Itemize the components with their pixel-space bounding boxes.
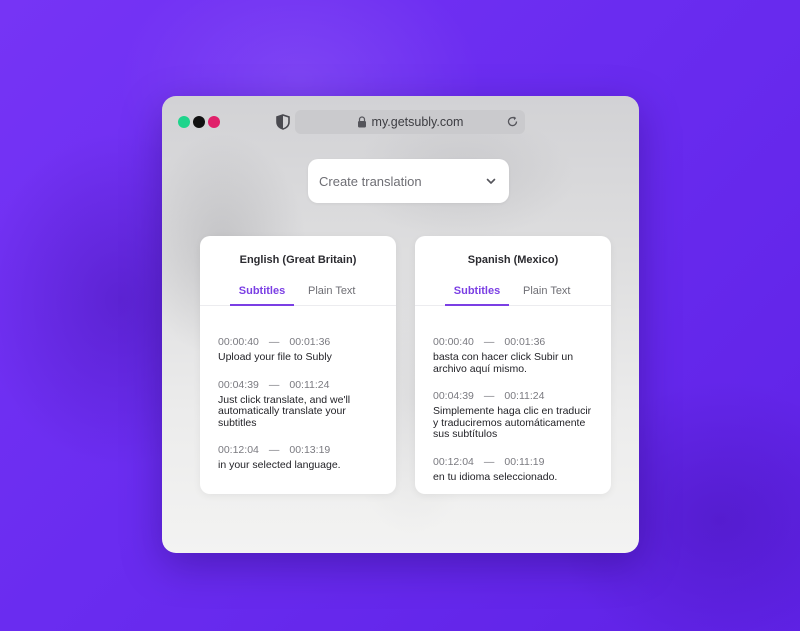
subtitle-entry[interactable]: 00:04:39—00:11:24 Just click translate, … bbox=[218, 379, 384, 430]
address-bar[interactable]: my.getsubly.com bbox=[295, 110, 525, 134]
url-text: my.getsubly.com bbox=[371, 115, 464, 129]
tab-plain-text[interactable]: Plain Text bbox=[523, 285, 571, 306]
subtitle-text: Simplemente haga clic en traducir y trad… bbox=[433, 405, 592, 441]
subtitle-list: 00:00:40—00:01:36 Upload your file to Su… bbox=[218, 336, 384, 487]
subtitle-list: 00:00:40—00:01:36 basta con hacer click … bbox=[433, 336, 599, 494]
subtitle-card-spanish: Spanish (Mexico) Subtitles Plain Text 00… bbox=[415, 236, 611, 494]
window-controls bbox=[178, 116, 220, 128]
subtitle-timecode: 00:04:39—00:11:24 bbox=[218, 378, 330, 391]
subtitle-entry[interactable]: 00:04:39—00:11:24 Simplemente haga clic … bbox=[433, 390, 599, 441]
subtitle-timecode: 00:00:40—00:01:36 bbox=[218, 336, 331, 348]
create-translation-select[interactable]: Create translation bbox=[308, 159, 509, 203]
shield-icon[interactable] bbox=[276, 114, 290, 130]
browser-window: my.getsubly.com Create translation Engli… bbox=[162, 96, 639, 553]
window-dot-pink[interactable] bbox=[208, 116, 220, 128]
subtitle-timecode: 00:12:04—00:13:19 bbox=[218, 444, 331, 457]
subtitle-entry[interactable]: 00:12:04—00:11:19 en tu idioma seleccion… bbox=[433, 456, 599, 484]
subtitle-timecode: 00:00:40—00:01:36 bbox=[433, 336, 546, 348]
subtitle-text: Upload your file to Subly bbox=[218, 351, 332, 363]
window-dot-green[interactable] bbox=[178, 116, 190, 128]
subtitle-timecode: 00:04:39—00:11:24 bbox=[433, 390, 545, 403]
subtitle-text: en tu idioma seleccionado. bbox=[433, 470, 558, 483]
card-tabs: Subtitles Plain Text bbox=[200, 285, 396, 306]
subtitle-timecode: 00:12:04—00:11:19 bbox=[433, 455, 545, 468]
subtitle-text: Just click translate, and we'll automati… bbox=[218, 393, 351, 429]
reload-icon[interactable] bbox=[506, 115, 519, 128]
subtitle-text: basta con hacer click Subir un archivo a… bbox=[433, 351, 574, 375]
select-value: Create translation bbox=[319, 173, 422, 189]
subtitle-card-english: English (Great Britain) Subtitles Plain … bbox=[200, 236, 396, 494]
tab-subtitles[interactable]: Subtitles bbox=[445, 285, 509, 306]
chevron-down-icon bbox=[486, 178, 496, 184]
window-dot-black[interactable] bbox=[193, 116, 205, 128]
tab-plain-text[interactable]: Plain Text bbox=[308, 285, 356, 306]
card-language-title: English (Great Britain) bbox=[239, 254, 357, 266]
lock-icon bbox=[357, 116, 366, 128]
subtitle-entry[interactable]: 00:00:40—00:01:36 Upload your file to Su… bbox=[218, 336, 384, 364]
card-language-title: Spanish (Mexico) bbox=[467, 254, 559, 266]
subtitle-entry[interactable]: 00:00:40—00:01:36 basta con hacer click … bbox=[433, 336, 599, 375]
tab-subtitles[interactable]: Subtitles bbox=[230, 285, 294, 306]
subtitle-entry[interactable]: 00:12:04—00:13:19 in your selected langu… bbox=[218, 444, 384, 472]
subtitle-text: in your selected language. bbox=[218, 459, 341, 472]
card-tabs: Subtitles Plain Text bbox=[415, 285, 611, 306]
